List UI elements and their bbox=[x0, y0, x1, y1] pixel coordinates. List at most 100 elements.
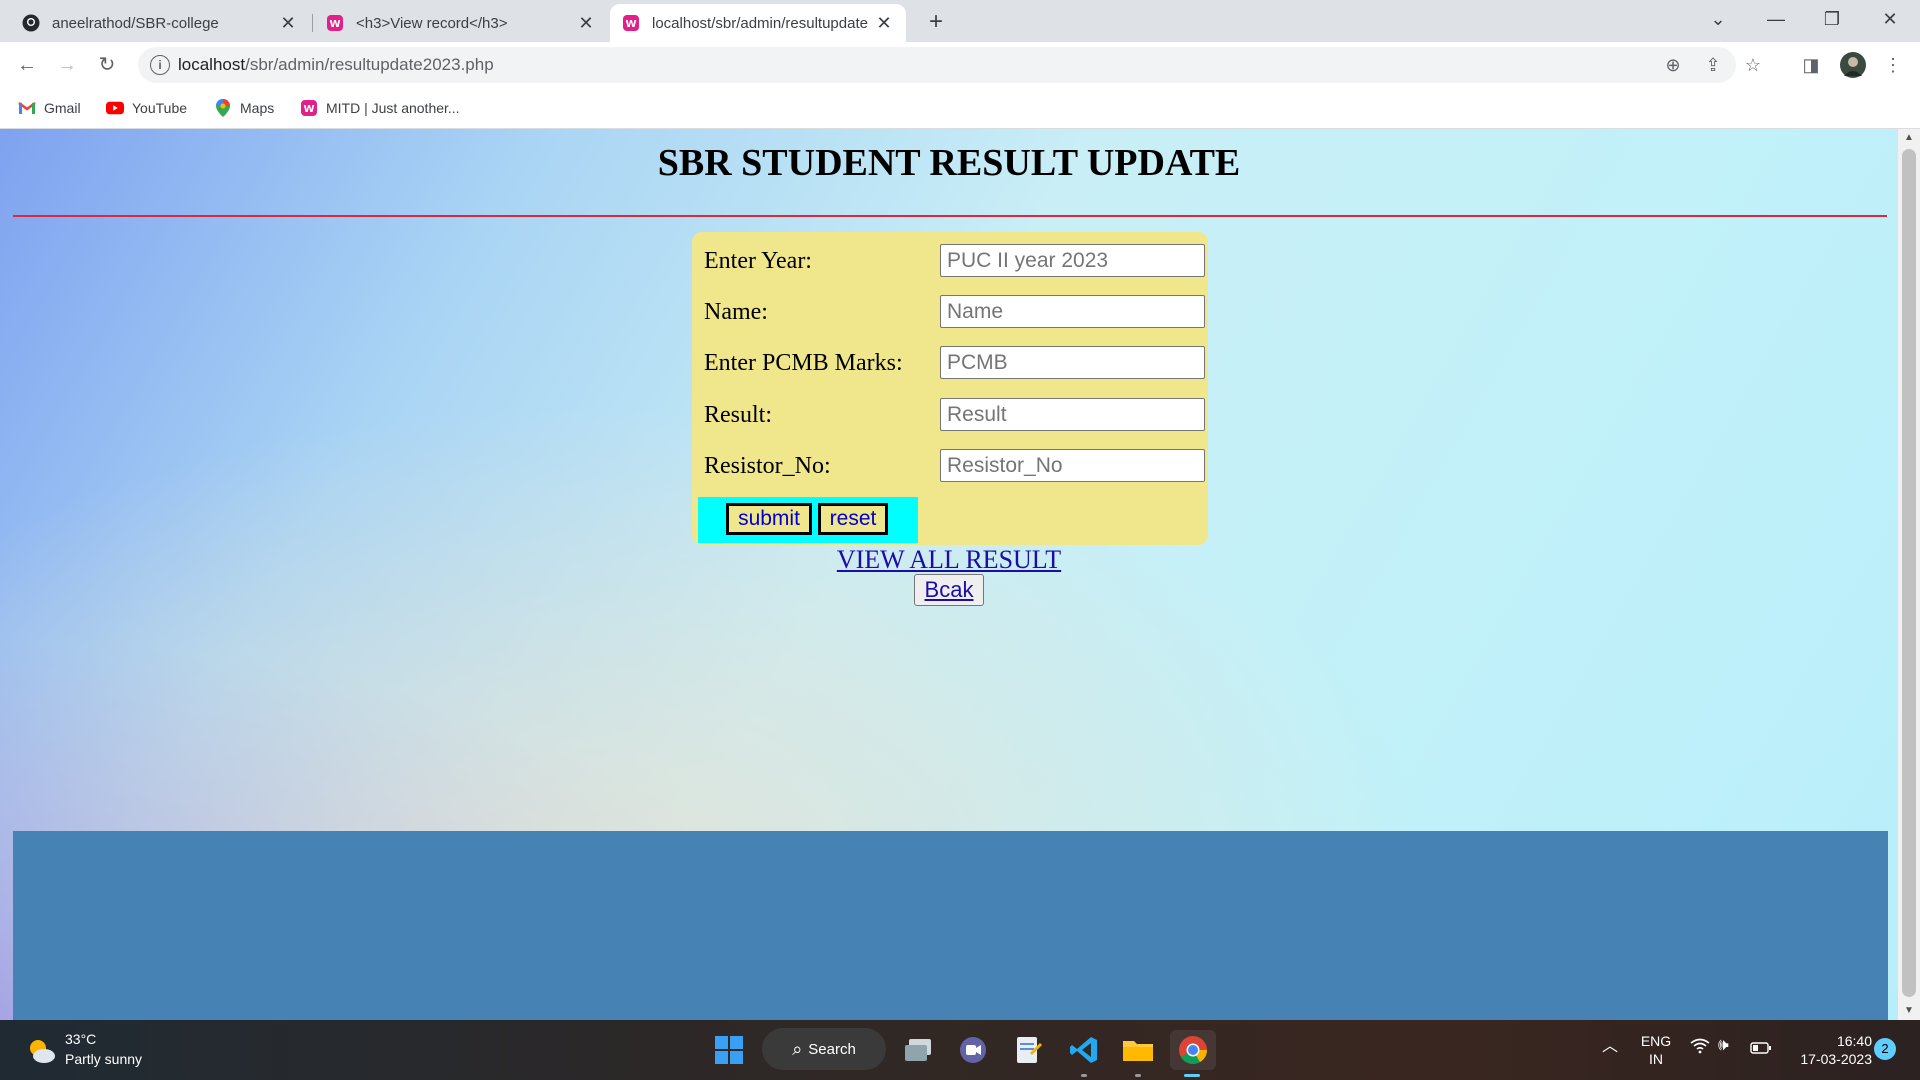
bookmark-label: Maps bbox=[240, 100, 275, 116]
bookmark-gmail[interactable]: Gmail bbox=[18, 96, 81, 120]
url-host: localhost bbox=[178, 55, 246, 74]
svg-text:W: W bbox=[329, 19, 340, 30]
submit-button[interactable]: submit bbox=[726, 503, 812, 535]
show-hidden-icons-chevron-icon[interactable]: ︿ bbox=[1602, 1038, 1618, 1056]
running-indicator bbox=[1081, 1074, 1087, 1077]
scroll-up-arrow-icon[interactable]: ▲ bbox=[1898, 129, 1920, 147]
search-label: Search bbox=[808, 1040, 856, 1058]
teams-chat-icon[interactable] bbox=[955, 1030, 991, 1070]
weather-sun-cloud-icon[interactable] bbox=[24, 1030, 58, 1070]
close-icon[interactable]: ✕ bbox=[278, 13, 298, 34]
language-indicator[interactable]: ENG IN bbox=[1636, 1032, 1676, 1068]
back-arrow-icon[interactable]: ← bbox=[12, 50, 42, 80]
search-icon: ⌕ bbox=[792, 1038, 803, 1059]
tab-github[interactable]: aneelrathod/SBR-college ✕ bbox=[10, 4, 310, 42]
language-line2: IN bbox=[1649, 1051, 1663, 1067]
result-update-form: Enter Year: Name: Enter PCMB Marks: Resu… bbox=[692, 232, 1208, 545]
minimize-button[interactable]: — bbox=[1748, 0, 1804, 38]
wampserver-icon: W bbox=[622, 14, 640, 32]
github-icon bbox=[22, 14, 40, 32]
clock[interactable]: 16:40 17-03-2023 bbox=[1784, 1032, 1872, 1068]
bookmark-label: MITD | Just another... bbox=[326, 100, 460, 116]
task-view-icon[interactable] bbox=[900, 1030, 936, 1070]
youtube-icon bbox=[106, 99, 124, 117]
start-windows-icon[interactable] bbox=[712, 1030, 746, 1070]
notification-badge[interactable]: 2 bbox=[1874, 1038, 1896, 1060]
zoom-icon[interactable]: ⊕ bbox=[1658, 50, 1688, 80]
reload-icon[interactable]: ↻ bbox=[92, 50, 122, 80]
form-row-year: Enter Year: bbox=[704, 244, 1205, 278]
taskbar-search-button[interactable]: ⌕ Search bbox=[762, 1028, 886, 1070]
profile-avatar[interactable] bbox=[1838, 50, 1868, 80]
battery-icon[interactable] bbox=[1750, 1040, 1772, 1058]
active-app-indicator bbox=[1184, 1074, 1200, 1077]
svg-text:W: W bbox=[625, 19, 636, 30]
side-panel-icon[interactable]: ◨ bbox=[1796, 50, 1826, 80]
clock-time: 16:40 bbox=[1836, 1033, 1872, 1049]
tab-view-record[interactable]: W <h3>View record</h3> ✕ bbox=[314, 4, 608, 42]
restore-button[interactable]: ❐ bbox=[1804, 0, 1860, 38]
running-indicator bbox=[1135, 1074, 1141, 1077]
resistor-no-input[interactable] bbox=[940, 449, 1205, 482]
page-title: SBR STUDENT RESULT UPDATE bbox=[657, 142, 1241, 184]
close-window-button[interactable]: ✕ bbox=[1862, 0, 1918, 38]
file-explorer-icon[interactable] bbox=[1120, 1030, 1156, 1070]
back-button[interactable]: Bcak bbox=[914, 574, 984, 606]
form-row-name: Name: bbox=[704, 295, 1205, 329]
bookmark-maps[interactable]: Maps bbox=[214, 96, 274, 120]
wampserver-icon: W bbox=[326, 14, 344, 32]
scroll-down-arrow-icon[interactable]: ▼ bbox=[1898, 1002, 1920, 1020]
notepad-icon[interactable] bbox=[1010, 1030, 1046, 1070]
bookmark-mitd[interactable]: W MITD | Just another... bbox=[300, 96, 460, 120]
wifi-icon[interactable] bbox=[1690, 1038, 1710, 1059]
form-row-result: Result: bbox=[704, 398, 1205, 432]
wampserver-icon: W bbox=[300, 99, 318, 117]
vscode-icon[interactable] bbox=[1066, 1030, 1102, 1070]
language-line1: ENG bbox=[1640, 1033, 1672, 1049]
browser-tab-strip: aneelrathod/SBR-college ✕ W <h3>View rec… bbox=[0, 0, 1920, 42]
address-bar[interactable]: i localhost/sbr/admin/resultupdate2023.p… bbox=[138, 47, 1761, 83]
tab-search-chevron-icon[interactable]: ⌄ bbox=[1690, 0, 1746, 38]
vertical-scrollbar[interactable]: ▲ ▼ bbox=[1898, 129, 1920, 1020]
scrollbar-thumb[interactable] bbox=[1902, 149, 1916, 997]
windows-taskbar: 33°C Partly sunny ⌕ Search ︿ ENG IN 🕪 16… bbox=[0, 1020, 1920, 1080]
reset-button[interactable]: reset bbox=[818, 503, 888, 535]
name-input[interactable] bbox=[940, 295, 1205, 328]
year-input[interactable] bbox=[940, 244, 1205, 277]
pcmb-input[interactable] bbox=[940, 346, 1205, 379]
view-all-result-link[interactable]: VIEW ALL RESULT bbox=[0, 545, 1898, 575]
tab-title: aneelrathod/SBR-college bbox=[52, 14, 219, 32]
menu-kebab-icon[interactable]: ⋮ bbox=[1878, 50, 1908, 80]
result-input[interactable] bbox=[940, 398, 1205, 431]
weather-description[interactable]: Partly sunny bbox=[65, 1051, 142, 1067]
bookmark-star-icon[interactable]: ☆ bbox=[1738, 50, 1768, 80]
close-icon[interactable]: ✕ bbox=[874, 13, 894, 34]
bookmark-youtube[interactable]: YouTube bbox=[106, 96, 187, 120]
tab-resultupdate[interactable]: W localhost/sbr/admin/resultupdate ✕ bbox=[610, 4, 906, 42]
result-label: Result: bbox=[704, 402, 773, 428]
tab-title: <h3>View record</h3> bbox=[356, 14, 508, 32]
bookmark-label: Gmail bbox=[44, 100, 81, 116]
pcmb-label: Enter PCMB Marks: bbox=[704, 350, 903, 376]
new-tab-button[interactable]: + bbox=[922, 8, 950, 36]
form-row-resistor-no: Resistor_No: bbox=[704, 449, 1205, 483]
weather-temperature[interactable]: 33°C bbox=[65, 1031, 96, 1047]
svg-text:W: W bbox=[303, 104, 314, 115]
share-icon[interactable]: ⇪ bbox=[1698, 50, 1728, 80]
page-footer bbox=[13, 831, 1888, 1020]
maps-icon bbox=[214, 99, 232, 117]
url-text[interactable]: localhost/sbr/admin/resultupdate2023.php bbox=[178, 55, 494, 75]
form-button-area: submit reset bbox=[698, 497, 918, 543]
clock-date: 17-03-2023 bbox=[1800, 1051, 1872, 1067]
volume-icon[interactable]: 🕪 bbox=[1718, 1036, 1729, 1054]
bookmarks-bar: Gmail YouTube Maps W MITD | Just another… bbox=[0, 88, 1920, 129]
site-info-icon[interactable]: i bbox=[150, 55, 170, 75]
bookmark-label: YouTube bbox=[132, 100, 188, 116]
name-label: Name: bbox=[704, 299, 768, 325]
tab-separator bbox=[312, 14, 313, 32]
chrome-icon[interactable] bbox=[1170, 1030, 1216, 1070]
resistor-no-label: Resistor_No: bbox=[704, 453, 831, 479]
tab-title: localhost/sbr/admin/resultupdate bbox=[652, 14, 868, 32]
forward-arrow-icon[interactable]: → bbox=[52, 50, 82, 80]
close-icon[interactable]: ✕ bbox=[576, 13, 596, 34]
